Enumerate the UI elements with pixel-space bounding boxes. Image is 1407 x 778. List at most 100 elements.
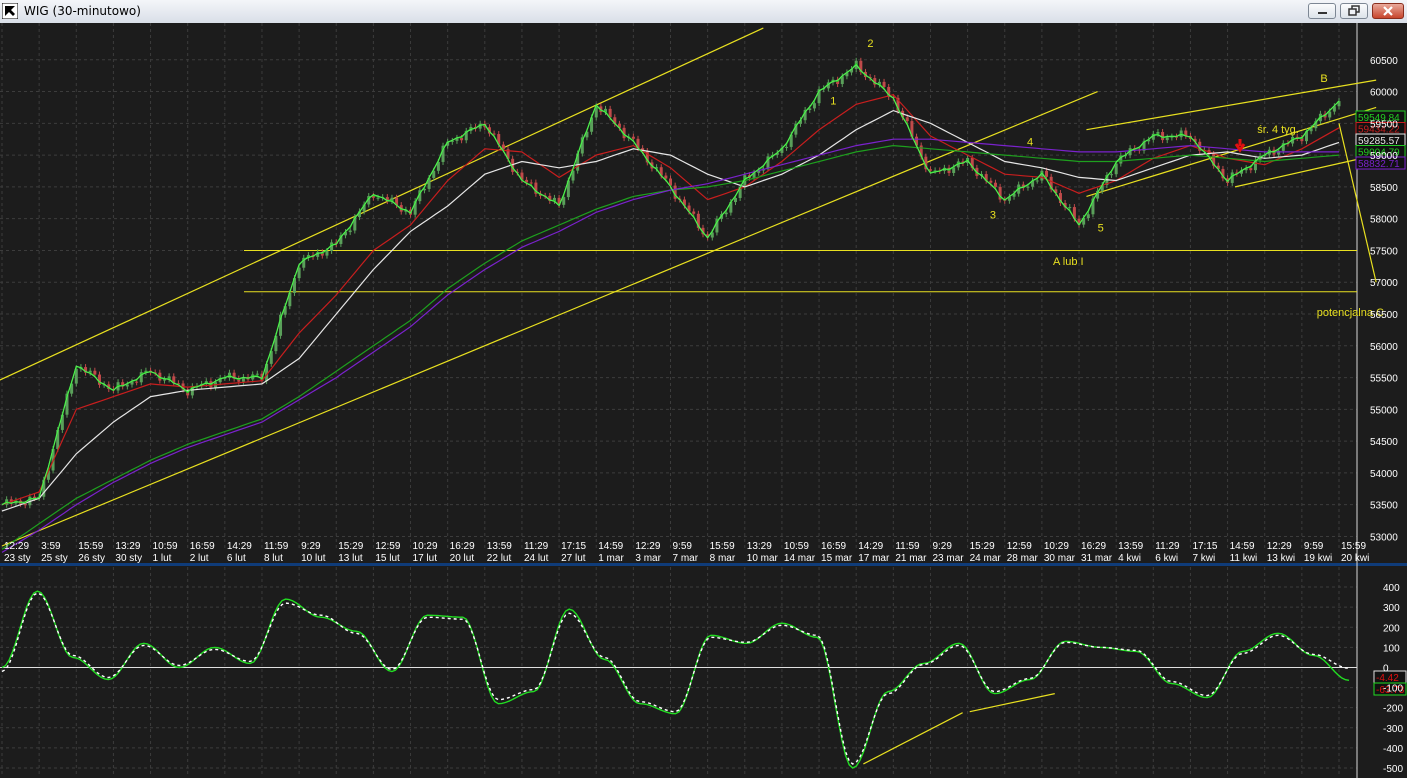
- candle-body: [135, 381, 139, 383]
- candle-body: [1035, 180, 1039, 182]
- date-tick-label: 8 lut: [264, 553, 283, 564]
- date-tick-label: 17 mar: [858, 553, 890, 564]
- time-tick-label: 9:59: [1304, 541, 1324, 552]
- osc-tick-label: 200: [1383, 623, 1400, 634]
- candle-body: [460, 137, 464, 141]
- date-tick-label: 6 kwi: [1155, 553, 1178, 564]
- wave-label: A lub I: [1053, 256, 1084, 268]
- date-tick-label: 4 kwi: [1118, 553, 1141, 564]
- date-tick-label: 7 kwi: [1192, 553, 1215, 564]
- candle-body: [664, 175, 668, 179]
- price-tick-label: 57500: [1370, 246, 1398, 257]
- restore-button[interactable]: [1340, 3, 1368, 19]
- price-tick-label: 58000: [1370, 215, 1398, 226]
- date-tick-label: 13 kwi: [1267, 553, 1295, 564]
- date-tick-label: 10 lut: [301, 553, 326, 564]
- date-tick-label: 22 lut: [487, 553, 512, 564]
- wave-label: śr. 4 tyg.: [1257, 124, 1299, 136]
- candle-body: [93, 370, 97, 375]
- time-tick-label: 15:29: [338, 541, 363, 552]
- osc-tick-label: -100: [1383, 684, 1403, 695]
- candle-body: [1110, 174, 1114, 176]
- time-tick-label: 17:15: [561, 541, 586, 552]
- time-tick-label: 13:29: [747, 541, 772, 552]
- osc-tick-label: -300: [1383, 724, 1403, 735]
- price-tick-label: 56000: [1370, 342, 1398, 353]
- time-tick-label: 14:59: [1230, 541, 1255, 552]
- date-tick-label: 23 mar: [932, 553, 964, 564]
- date-tick-label: 2 lut: [190, 553, 209, 564]
- candle-body: [1068, 207, 1072, 209]
- candle-body: [785, 146, 789, 148]
- date-tick-label: 1 mar: [598, 553, 624, 564]
- osc-tick-label: 400: [1383, 583, 1400, 594]
- price-tick-label: 59000: [1370, 151, 1398, 162]
- date-tick-label: 10 mar: [747, 553, 779, 564]
- time-tick-label: 12:59: [1007, 541, 1032, 552]
- candle-body: [989, 180, 993, 183]
- date-tick-label: 1 lut: [153, 553, 172, 564]
- date-tick-label: 31 mar: [1081, 553, 1113, 564]
- candle-body: [733, 197, 737, 203]
- price-tick-label: 54500: [1370, 437, 1398, 448]
- candle-body: [724, 212, 728, 215]
- chart-window: WIG (30-minutowo) 59549.84 59434.22 59285.…: [0, 0, 1407, 778]
- candle-body: [1026, 186, 1030, 188]
- date-tick-label: 20 kwi: [1341, 553, 1369, 564]
- time-tick-label: 14:59: [598, 541, 623, 552]
- candle-body: [255, 373, 259, 375]
- close-icon: [1383, 6, 1393, 16]
- price-tick-label: 54000: [1370, 469, 1398, 480]
- app-icon: [2, 3, 18, 19]
- wave-label: 5: [1098, 222, 1104, 234]
- time-tick-label: 16:59: [821, 541, 846, 552]
- date-tick-label: 28 mar: [1007, 553, 1039, 564]
- osc-tick-label: -500: [1383, 764, 1403, 775]
- wave-label: 4: [1027, 137, 1033, 149]
- time-tick-label: 13:59: [1118, 541, 1143, 552]
- price-tick-label: 60500: [1370, 56, 1398, 67]
- candle-body: [1165, 137, 1169, 141]
- minimize-button[interactable]: [1308, 3, 1336, 19]
- osc-tick-label: 0: [1383, 663, 1389, 674]
- date-tick-label: 24 mar: [970, 553, 1002, 564]
- date-tick-label: 13 lut: [338, 553, 363, 564]
- time-tick-label: 16:59: [190, 541, 215, 552]
- time-tick-label: 11:59: [264, 541, 289, 552]
- date-tick-label: 6 lut: [227, 553, 246, 564]
- osc-tick-label: -400: [1383, 744, 1403, 755]
- time-tick-label: 17:15: [1192, 541, 1217, 552]
- candle-body: [1249, 168, 1253, 171]
- date-tick-label: 27 lut: [561, 553, 586, 564]
- date-tick-label: 23 sty: [4, 553, 31, 564]
- candle-body: [1161, 131, 1165, 141]
- price-tick-label: 53500: [1370, 501, 1398, 512]
- price-tick-label: 55000: [1370, 405, 1398, 416]
- date-tick-label: 15 mar: [821, 553, 853, 564]
- date-tick-label: 17 lut: [413, 553, 438, 564]
- time-tick-label: 12:29: [635, 541, 660, 552]
- price-tick-label: 56500: [1370, 310, 1398, 321]
- time-tick-label: 15:59: [78, 541, 103, 552]
- date-tick-label: 11 kwi: [1230, 553, 1258, 564]
- chart-area[interactable]: 59549.8459434.2259285.5759004.7958832.71…: [0, 23, 1407, 778]
- date-tick-label: 26 sty: [78, 553, 105, 564]
- price-tick-label: 57000: [1370, 278, 1398, 289]
- date-tick-label: 30 mar: [1044, 553, 1076, 564]
- time-tick-label: 14:29: [858, 541, 883, 552]
- wave-label: 3: [990, 210, 996, 222]
- wave-label: 1: [830, 95, 836, 107]
- title-bar[interactable]: WIG (30-minutowo): [0, 0, 1407, 24]
- osc-tick-label: 300: [1383, 603, 1400, 614]
- close-button[interactable]: [1372, 3, 1404, 19]
- price-tick-label: 58500: [1370, 183, 1398, 194]
- time-tick-label: 11:59: [895, 541, 920, 552]
- osc-value-label: -4.42: [1376, 673, 1399, 684]
- date-tick-label: 7 mar: [673, 553, 699, 564]
- price-tick-label: 55500: [1370, 374, 1398, 385]
- wave-label: 2: [867, 38, 873, 50]
- date-tick-label: 15 lut: [375, 553, 400, 564]
- candle-body: [529, 182, 533, 184]
- candle-body: [631, 136, 635, 139]
- wave-label: B: [1320, 73, 1327, 85]
